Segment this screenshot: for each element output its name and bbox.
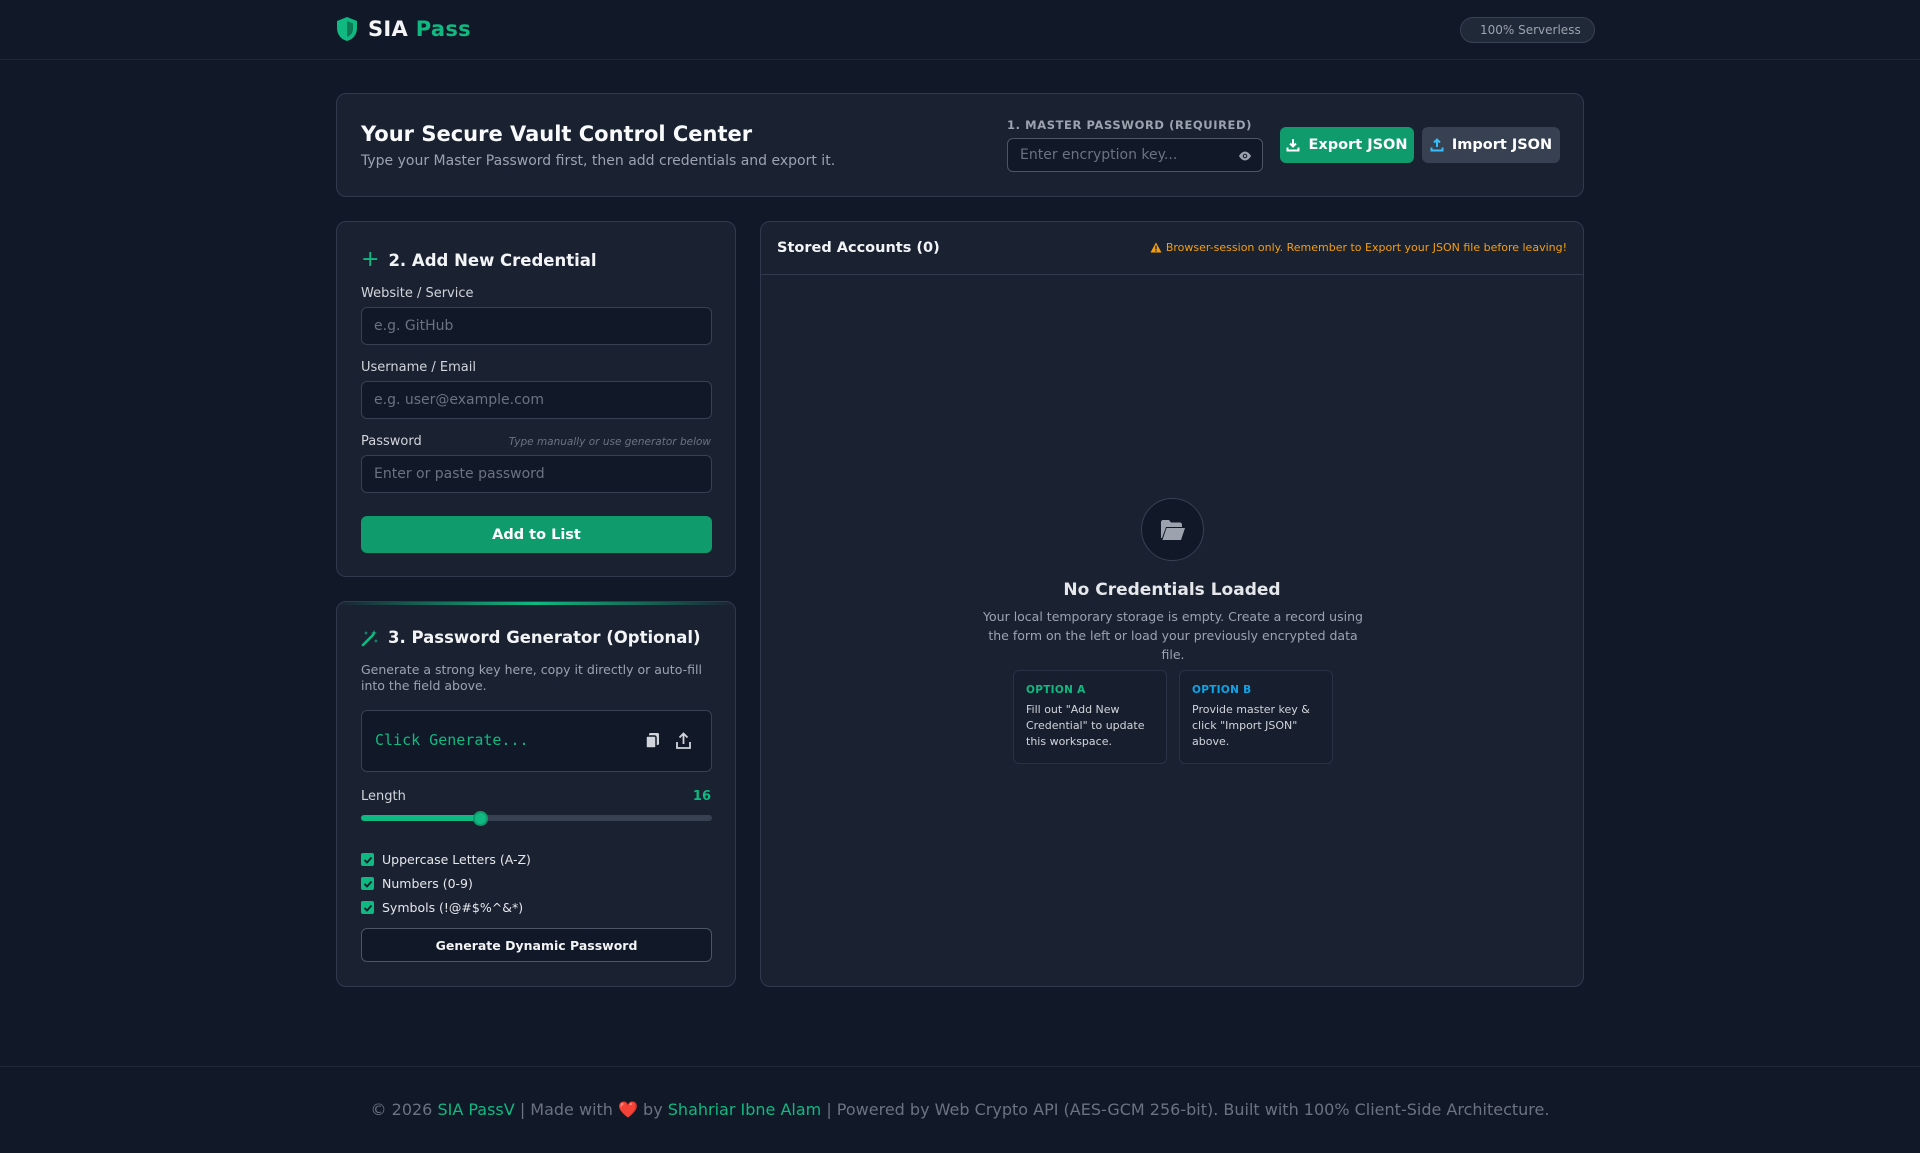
page-subtitle: Type your Master Password first, then ad… <box>361 153 836 169</box>
top-navbar: SIA Pass 100% Serverless <box>0 0 1920 60</box>
username-input[interactable] <box>362 382 711 418</box>
add-to-list-button[interactable]: Add to List <box>361 516 712 553</box>
shield-icon <box>337 17 357 41</box>
export-json-button[interactable]: Export JSON <box>1280 127 1414 163</box>
warning-triangle-icon <box>1150 242 1162 253</box>
master-password-input[interactable] <box>1008 139 1262 171</box>
stored-accounts-header: Stored Accounts (0) Browser-session only… <box>761 222 1583 275</box>
empty-state-icon <box>1141 498 1204 561</box>
checkbox-numbers[interactable] <box>361 877 374 890</box>
import-json-label: Import JSON <box>1451 137 1553 153</box>
generator-title: 3. Password Generator (Optional) <box>361 628 701 647</box>
generator-description: Generate a strong key here, copy it dire… <box>361 662 702 693</box>
option-b-card: OPTION B Provide master key & click "Imp… <box>1179 670 1333 764</box>
option-uppercase[interactable]: Uppercase Letters (A-Z) <box>361 852 531 867</box>
download-icon <box>1286 139 1300 152</box>
brand-accent: Pass <box>415 17 471 41</box>
copy-icon[interactable] <box>644 732 661 750</box>
master-password-label: 1. MASTER PASSWORD (REQUIRED) <box>1007 118 1253 132</box>
export-json-label: Export JSON <box>1308 137 1408 153</box>
serverless-badge: 100% Serverless <box>1460 17 1595 43</box>
footer-by: by <box>643 1100 663 1119</box>
eye-icon[interactable] <box>1238 150 1252 162</box>
option-symbols-label: Symbols (!@#$%^&*) <box>382 900 524 915</box>
footer-copyright: © 2026 <box>370 1100 433 1119</box>
username-label: Username / Email <box>361 360 476 375</box>
vault-control-center: Your Secure Vault Control Center Type yo… <box>336 93 1584 197</box>
stored-accounts-card: Stored Accounts (0) Browser-session only… <box>760 221 1584 987</box>
generator-title-text: 3. Password Generator (Optional) <box>388 628 701 647</box>
add-credential-card: + 2. Add New Credential Website / Servic… <box>336 221 736 577</box>
footer-text: © 2026 SIA PassV | Made with ❤️ by Shahr… <box>0 1100 1920 1119</box>
password-label: Password <box>361 434 422 449</box>
length-slider-fill <box>361 815 481 821</box>
folder-open-icon <box>1160 519 1185 540</box>
generate-password-button[interactable]: Generate Dynamic Password <box>361 928 712 962</box>
card-accent-glow <box>337 602 735 605</box>
option-b-text: Provide master key & click "Import JSON"… <box>1192 703 1310 748</box>
length-value: 16 <box>692 789 711 804</box>
footer: © 2026 SIA PassV | Made with ❤️ by Shahr… <box>0 1066 1920 1153</box>
password-generator-card: 3. Password Generator (Optional) Generat… <box>336 601 736 987</box>
brand-name: SIA Pass <box>368 17 471 41</box>
option-symbols[interactable]: Symbols (!@#$%^&*) <box>361 900 523 915</box>
check-icon <box>363 880 372 888</box>
session-warning: Browser-session only. Remember to Export… <box>1150 241 1567 254</box>
option-numbers-label: Numbers (0-9) <box>382 876 473 891</box>
footer-powered: | Powered by Web Crypto API (AES-GCM 256… <box>826 1100 1550 1119</box>
add-credential-title: + 2. Add New Credential <box>361 249 597 271</box>
password-input[interactable] <box>362 456 711 492</box>
option-a-title: OPTION A <box>1026 684 1086 696</box>
import-json-button[interactable]: Import JSON <box>1422 127 1560 163</box>
length-label: Length <box>361 789 406 804</box>
option-a-text: Fill out "Add New Credential" to update … <box>1026 703 1145 748</box>
page-title: Your Secure Vault Control Center <box>361 122 753 146</box>
footer-made-with: | Made with <box>519 1100 613 1119</box>
option-a-card: OPTION A Fill out "Add New Credential" t… <box>1013 670 1167 764</box>
option-b-title: OPTION B <box>1192 684 1252 696</box>
generated-password-text: Click Generate... <box>375 731 529 749</box>
checkbox-symbols[interactable] <box>361 901 374 914</box>
upload-icon <box>1430 138 1444 152</box>
stored-accounts-title: Stored Accounts (0) <box>777 240 940 256</box>
checkbox-uppercase[interactable] <box>361 853 374 866</box>
add-credential-title-text: 2. Add New Credential <box>388 250 597 270</box>
plus-icon: + <box>361 247 380 272</box>
check-icon <box>363 904 372 912</box>
check-icon <box>363 856 372 864</box>
brand-logo[interactable]: SIA Pass <box>336 16 471 42</box>
password-field <box>361 455 712 493</box>
empty-state-description: Your local temporary storage is empty. C… <box>983 609 1363 662</box>
option-uppercase-label: Uppercase Letters (A-Z) <box>382 852 531 867</box>
master-password-field <box>1007 138 1263 172</box>
heart-icon: ❤️ <box>618 1100 638 1119</box>
length-slider-thumb[interactable] <box>473 811 489 826</box>
website-input[interactable] <box>362 308 711 344</box>
option-numbers[interactable]: Numbers (0-9) <box>361 876 473 891</box>
website-label: Website / Service <box>361 286 474 301</box>
username-field <box>361 381 712 419</box>
empty-state-title: No Credentials Loaded <box>1063 580 1281 600</box>
session-warning-text: Browser-session only. Remember to Export… <box>1165 241 1567 254</box>
length-slider[interactable] <box>361 811 712 826</box>
footer-app-link[interactable]: SIA PassV <box>437 1100 514 1119</box>
generated-password-display: Click Generate... <box>361 710 712 772</box>
magic-wand-icon <box>361 629 378 646</box>
password-hint: Type manually or use generator below <box>508 436 711 448</box>
website-field <box>361 307 712 345</box>
share-upload-icon[interactable] <box>675 732 692 750</box>
footer-author-link[interactable]: Shahriar Ibne Alam <box>668 1100 821 1119</box>
